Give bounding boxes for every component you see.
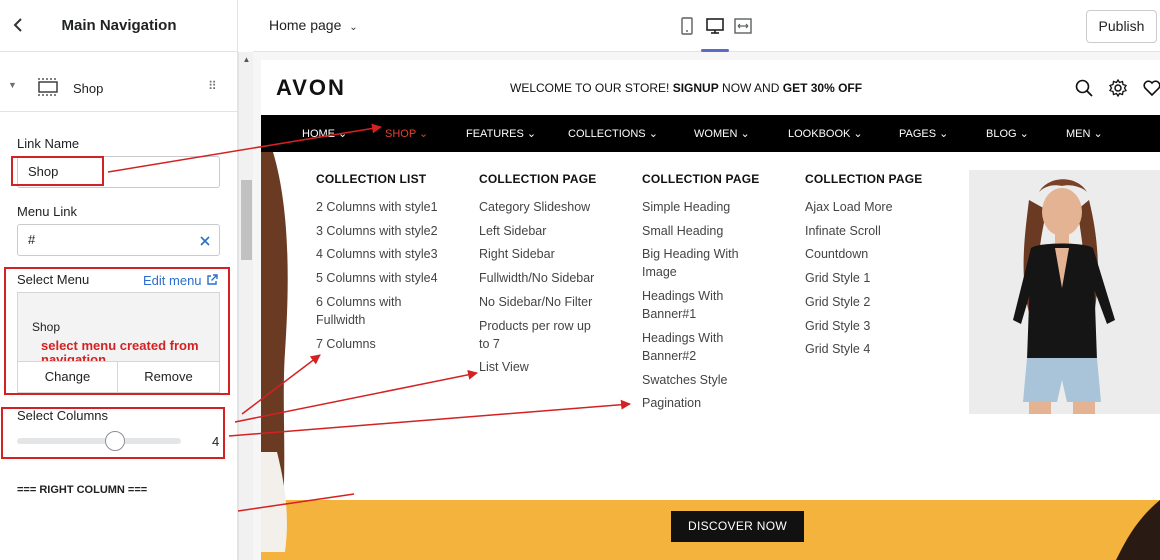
nav-label: FEATURES: [466, 128, 524, 140]
mega-menu-link[interactable]: Big Heading With: [642, 245, 739, 263]
announcement-text-1: WELCOME TO OUR STORE!: [510, 81, 673, 95]
annotation-highlight-link-name: [11, 156, 104, 186]
mega-menu-link[interactable]: Simple Heading: [642, 198, 730, 216]
announcement-bar: WELCOME TO OUR STORE! SIGNUP NOW AND GET…: [510, 81, 862, 95]
section-label: Shop: [73, 81, 104, 96]
desktop-view-icon[interactable]: [705, 16, 725, 36]
mega-menu-link[interactable]: Banner#2: [642, 347, 696, 365]
mega-menu-link[interactable]: 2 Columns with style1: [316, 198, 438, 216]
mega-menu-column-heading: COLLECTION PAGE: [479, 172, 597, 186]
mega-menu-link[interactable]: 4 Columns with style3: [316, 245, 438, 263]
page-selector-label: Home page: [269, 17, 342, 33]
scrollbar-thumb[interactable]: [241, 180, 252, 260]
chevron-down-icon: ⌄: [349, 22, 358, 33]
mega-menu-link[interactable]: Grid Style 1: [805, 269, 870, 287]
mega-menu-link[interactable]: Swatches Style: [642, 371, 727, 389]
mega-menu-link[interactable]: Headings With: [642, 329, 723, 347]
sidebar-title: Main Navigation: [61, 17, 177, 34]
annotation-highlight-select-columns: [1, 407, 225, 459]
mega-menu-column-heading: COLLECTION PAGE: [642, 172, 760, 186]
menu-link-label: Menu Link: [17, 204, 77, 219]
announcement-text-2: NOW AND: [718, 81, 783, 95]
announcement-bold-1: SIGNUP: [672, 81, 719, 95]
mega-menu-link[interactable]: Grid Style 4: [805, 340, 870, 358]
annotation-highlight-select-menu: [4, 267, 230, 395]
clear-icon[interactable]: [199, 235, 211, 247]
page-selector[interactable]: Home page ⌄: [269, 17, 358, 33]
mega-menu-link[interactable]: 6 Columns with: [316, 293, 401, 311]
store-page: AVON WELCOME TO OUR STORE! SIGNUP NOW AN…: [261, 60, 1160, 560]
mega-menu-link[interactable]: List View: [479, 358, 529, 376]
mega-menu-link[interactable]: Grid Style 3: [805, 317, 870, 335]
mega-menu-link[interactable]: Fullwidth/No Sidebar: [479, 269, 594, 287]
mega-menu-column-heading: COLLECTION LIST: [316, 172, 427, 186]
nav-label: WOMEN: [694, 128, 738, 140]
link-name-label: Link Name: [17, 136, 80, 151]
sidebar-header: Main Navigation: [0, 0, 237, 52]
nav-item-lookbook[interactable]: LOOKBOOK ⌄: [788, 127, 863, 140]
nav-label: SHOP: [385, 128, 416, 140]
gear-icon[interactable]: [1108, 78, 1128, 98]
mega-menu-link[interactable]: to 7: [479, 335, 500, 353]
mega-menu-column-heading: COLLECTION PAGE: [805, 172, 923, 186]
fullscreen-view-icon[interactable]: [733, 16, 753, 36]
heart-icon[interactable]: [1142, 78, 1160, 98]
mega-menu-link[interactable]: Pagination: [642, 394, 701, 412]
mega-menu-link[interactable]: Infinate Scroll: [805, 222, 881, 240]
mega-menu-link[interactable]: Countdown: [805, 245, 868, 263]
search-icon[interactable]: [1074, 78, 1094, 98]
nav-item-men[interactable]: MEN ⌄: [1066, 127, 1103, 140]
nav-item-home[interactable]: HOME ⌄: [302, 127, 347, 140]
mobile-view-icon[interactable]: [677, 16, 697, 36]
drag-handle-icon[interactable]: ⠿: [208, 79, 217, 93]
announcement-bold-2: GET 30% OFF: [782, 81, 863, 95]
nav-item-pages[interactable]: PAGES ⌄: [899, 127, 948, 140]
mega-menu-link[interactable]: Right Sidebar: [479, 245, 555, 263]
nav-label: HOME: [302, 128, 335, 140]
hero-model-image-left: [261, 152, 288, 552]
promo-model-image[interactable]: [969, 170, 1160, 414]
mega-menu-link[interactable]: Products per row up: [479, 317, 591, 335]
menu-block-icon: [38, 78, 58, 96]
nav-label: LOOKBOOK: [788, 128, 851, 140]
scroll-up-arrow-icon[interactable]: ▲: [241, 54, 252, 66]
nav-item-women[interactable]: WOMEN ⌄: [694, 127, 750, 140]
store-header: AVON WELCOME TO OUR STORE! SIGNUP NOW AN…: [261, 60, 1160, 115]
nav-label: COLLECTIONS: [568, 128, 646, 140]
sidebar-scrollbar[interactable]: ▲: [238, 52, 253, 560]
mega-menu-link[interactable]: Ajax Load More: [805, 198, 893, 216]
store-logo[interactable]: AVON: [276, 75, 346, 101]
mega-menu-link[interactable]: Small Heading: [642, 222, 723, 240]
mega-menu-link[interactable]: No Sidebar/No Filter: [479, 293, 592, 311]
nav-label: PAGES: [899, 128, 937, 140]
nav-item-shop[interactable]: SHOP ⌄: [385, 127, 428, 140]
nav-item-blog[interactable]: BLOG ⌄: [986, 127, 1029, 140]
nav-item-features[interactable]: FEATURES ⌄: [466, 127, 536, 140]
mega-menu-link[interactable]: Headings With: [642, 287, 723, 305]
hero-model-image-right: [1116, 500, 1160, 560]
mega-menu-link[interactable]: 3 Columns with style2: [316, 222, 438, 240]
right-column-heading: === RIGHT COLUMN ===: [17, 484, 148, 496]
discover-now-button[interactable]: DISCOVER NOW: [671, 511, 804, 542]
menu-link-input[interactable]: #: [17, 224, 220, 256]
mega-menu-link[interactable]: Banner#1: [642, 305, 696, 323]
mega-menu-link[interactable]: Image: [642, 263, 677, 281]
caret-down-icon[interactable]: ▼: [8, 80, 17, 90]
section-item-shop[interactable]: ▼ Shop ⠿: [0, 62, 237, 112]
mega-menu-link[interactable]: Category Slideshow: [479, 198, 590, 216]
nav-item-collections[interactable]: COLLECTIONS ⌄: [568, 127, 658, 140]
mega-menu-link[interactable]: Left Sidebar: [479, 222, 546, 240]
nav-label: MEN: [1066, 128, 1091, 140]
shop-mega-menu: COLLECTION LIST 2 Columns with style1 3 …: [289, 152, 1160, 500]
editor-topbar: Home page ⌄ Publish: [253, 0, 1160, 52]
mega-menu-link[interactable]: 5 Columns with style4: [316, 269, 438, 287]
mega-menu-link[interactable]: Grid Style 2: [805, 293, 870, 311]
store-main-nav: HOME ⌄ SHOP ⌄ FEATURES ⌄ COLLECTIONS ⌄ W…: [261, 115, 1160, 152]
mega-menu-link[interactable]: 7 Columns: [316, 335, 376, 353]
publish-button[interactable]: Publish: [1086, 10, 1157, 43]
editor-sidebar: Main Navigation ▼ Shop ⠿ Link Name Shop …: [0, 0, 238, 560]
store-preview-frame: AVON WELCOME TO OUR STORE! SIGNUP NOW AN…: [253, 52, 1160, 560]
nav-label: BLOG: [986, 128, 1017, 140]
mega-menu-link[interactable]: Fullwidth: [316, 311, 365, 329]
